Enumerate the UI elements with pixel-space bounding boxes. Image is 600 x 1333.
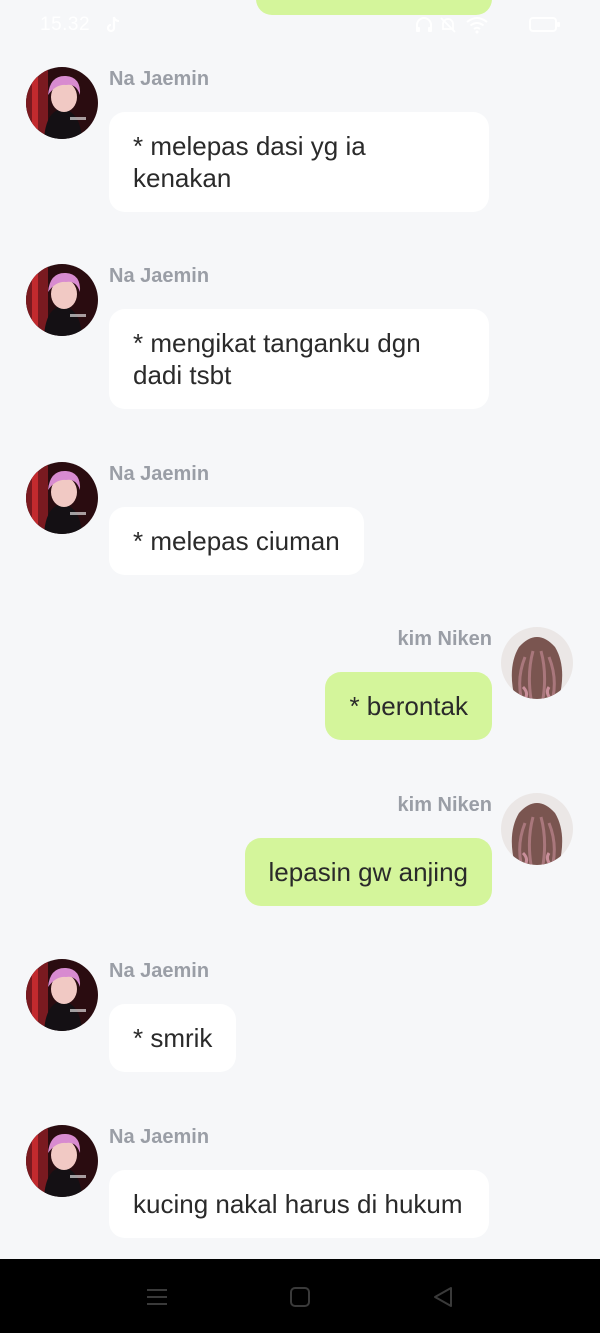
back-icon[interactable] — [427, 1281, 459, 1313]
avatar[interactable] — [26, 462, 98, 534]
status-time: 15.32 — [40, 14, 91, 35]
tiktok-icon — [106, 16, 120, 40]
message-bubble[interactable]: * berontak — [325, 672, 492, 740]
message-row: Na Jaemin * smrik — [0, 959, 600, 1079]
message-row: Na Jaemin * melepas ciuman — [0, 462, 600, 582]
sender-name: Na Jaemin — [109, 68, 210, 90]
mute-icon — [439, 16, 457, 40]
message-bubble[interactable]: * mengikat tanganku dgn dadi tsbt — [109, 309, 489, 409]
sender-name: Na Jaemin — [109, 960, 210, 982]
wifi-icon — [466, 16, 488, 40]
message-bubble[interactable]: * melepas dasi yg ia kenakan — [109, 112, 489, 212]
home-icon[interactable] — [284, 1281, 316, 1313]
message-bubble[interactable]: * smrik — [109, 1004, 237, 1072]
avatar[interactable] — [501, 627, 573, 699]
menu-icon[interactable] — [141, 1281, 173, 1313]
avatar[interactable] — [501, 793, 573, 865]
message-row: Na Jaemin * mengikat tanganku dgn dadi t… — [0, 264, 600, 414]
navigation-bar — [0, 1259, 600, 1333]
avatar[interactable] — [26, 264, 98, 336]
headphones-icon — [415, 16, 433, 40]
chat-screen: 15.32 Na Jaemin * melepas dasi yg ia ken… — [0, 0, 600, 1333]
sender-name: Na Jaemin — [109, 1126, 210, 1148]
sender-name: kim Niken — [397, 628, 492, 650]
message-bubble[interactable]: lepasin gw anjing — [244, 838, 492, 906]
message-bubble[interactable]: * melepas ciuman — [109, 507, 364, 575]
sender-name: Na Jaemin — [109, 463, 210, 485]
message-row: kim Niken * berontak — [0, 627, 600, 747]
sender-name: Na Jaemin — [109, 265, 210, 287]
battery-icon — [529, 17, 560, 32]
avatar[interactable] — [26, 959, 98, 1031]
avatar[interactable] — [26, 67, 98, 139]
avatar[interactable] — [26, 1125, 98, 1197]
message-row: Na Jaemin * melepas dasi yg ia kenakan — [0, 67, 600, 217]
message-row: Na Jaemin kucing nakal harus di hukum — [0, 1125, 600, 1259]
status-bar: 15.32 — [0, 0, 600, 52]
sender-name: kim Niken — [397, 794, 492, 816]
message-bubble[interactable]: kucing nakal harus di hukum — [109, 1170, 489, 1238]
message-row: kim Niken lepasin gw anjing — [0, 793, 600, 913]
